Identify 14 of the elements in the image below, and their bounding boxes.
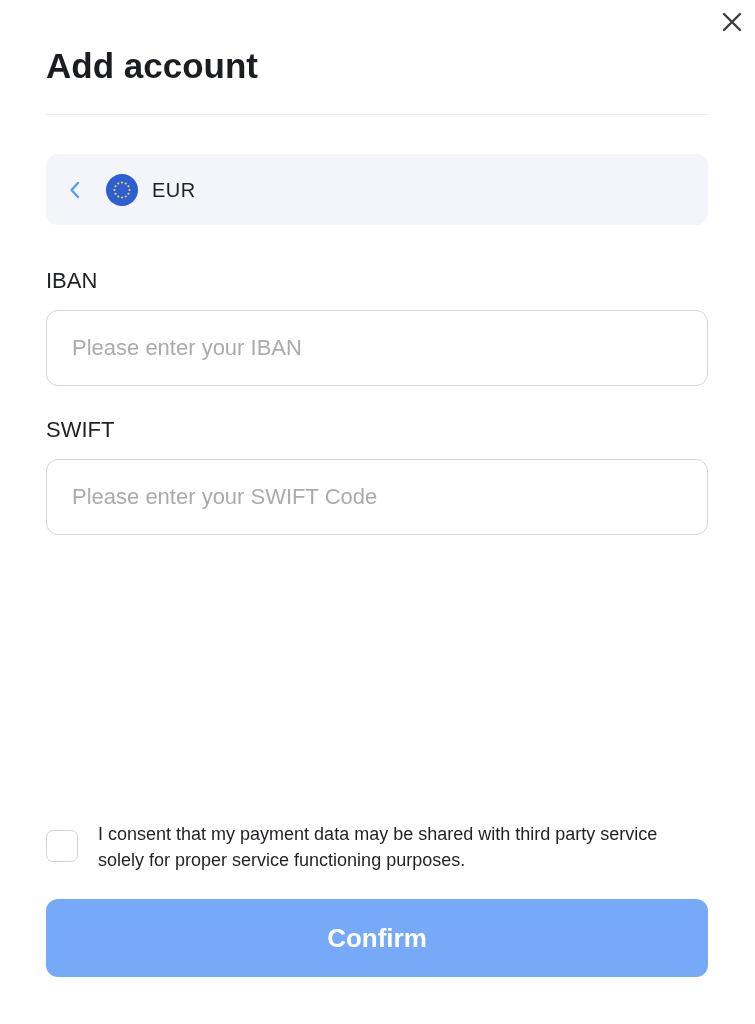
consent-checkbox[interactable] [46,830,78,862]
back-button[interactable] [68,180,82,199]
consent-text: I consent that my payment data may be shared with third party service solely for proper service functioning purposes. [98,823,659,872]
text-input[interactable]: Please enter your SWIFT Code [46,459,708,535]
close-icon [722,12,742,32]
chevron-left-icon [68,180,82,199]
field-label: SWIFT [46,416,116,444]
currency-selector[interactable]: EUR [46,154,708,225]
currency-code: EUR [152,177,196,203]
field-label: IBAN [46,267,99,295]
dialog-title: Add account [46,45,259,87]
flag-icon [106,173,138,206]
close-button[interactable] [720,10,744,34]
text-input[interactable]: Please enter your IBAN [46,310,708,386]
